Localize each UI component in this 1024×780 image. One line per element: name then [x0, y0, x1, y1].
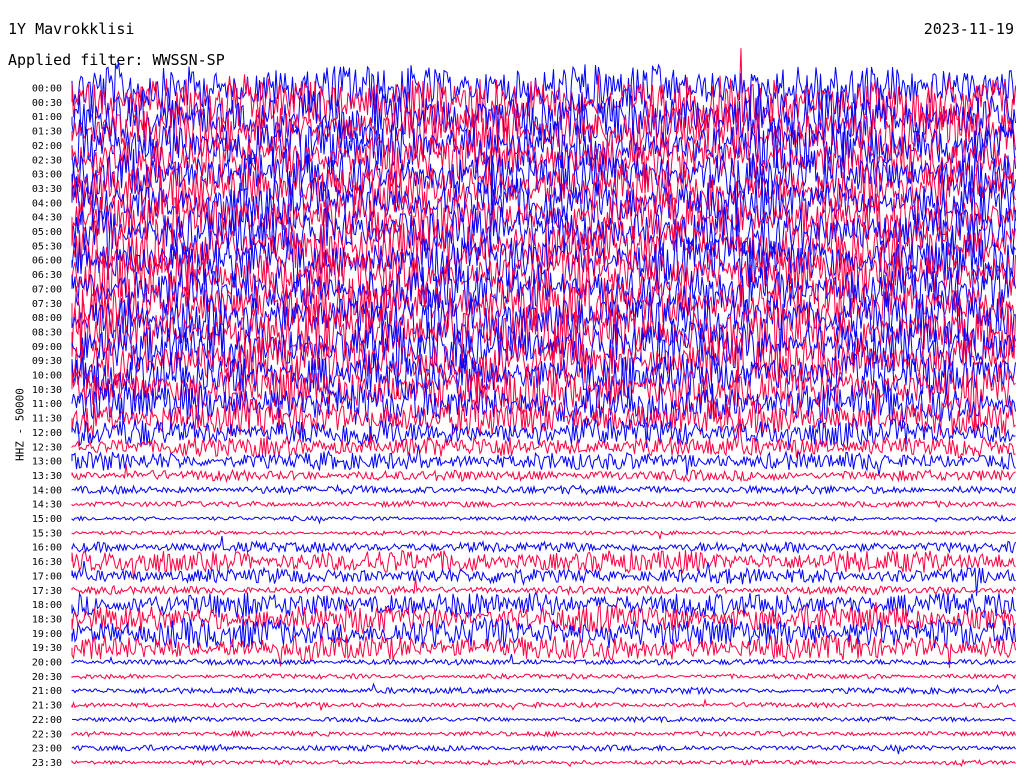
time-tick-label: 23:30	[32, 758, 62, 769]
trace-row	[71, 577, 1016, 597]
time-tick-label: 07:00	[32, 284, 62, 295]
time-tick-label: 20:00	[32, 658, 62, 669]
time-tick-label: 06:00	[32, 256, 62, 267]
trace-row	[71, 529, 1016, 540]
trace-row	[71, 729, 1016, 738]
time-tick-label: 05:00	[32, 227, 62, 238]
time-tick-label: 02:00	[32, 141, 62, 152]
time-tick-label: 13:30	[32, 471, 62, 482]
time-tick-label: 18:00	[32, 600, 62, 611]
time-tick-label: 15:30	[32, 528, 62, 539]
time-tick-label: 06:30	[32, 270, 62, 281]
time-tick-label: 17:00	[32, 571, 62, 582]
time-tick-label: 08:30	[32, 327, 62, 338]
trace-row	[71, 743, 1016, 755]
time-tick-label: 07:30	[32, 299, 62, 310]
time-tick-label: 10:00	[32, 371, 62, 382]
trace-row	[71, 758, 1016, 768]
time-tick-label: 23:00	[32, 744, 62, 755]
time-tick-label: 20:30	[32, 672, 62, 683]
time-tick-label: 12:00	[32, 428, 62, 439]
time-tick-label: 02:30	[32, 155, 62, 166]
time-tick-label: 03:00	[32, 170, 62, 181]
time-tick-label: 18:30	[32, 614, 62, 625]
time-tick-label: 01:00	[32, 112, 62, 123]
trace-row	[71, 715, 1016, 724]
time-tick-label: 21:30	[32, 701, 62, 712]
time-tick-label: 16:00	[32, 543, 62, 554]
time-tick-label: 05:30	[32, 241, 62, 252]
time-tick-label: 22:30	[32, 729, 62, 740]
trace-row	[71, 535, 1016, 555]
time-tick-label: 04:30	[32, 213, 62, 224]
time-tick-label: 15:00	[32, 514, 62, 525]
time-tick-label: 03:30	[32, 184, 62, 195]
trace-row	[71, 499, 1016, 509]
time-tick-label: 16:30	[32, 557, 62, 568]
trace-row	[71, 672, 1016, 681]
trace-row	[71, 616, 1016, 649]
time-tick-label: 08:00	[32, 313, 62, 324]
time-tick-label: 09:00	[32, 342, 62, 353]
trace-row	[71, 654, 1016, 667]
time-tick-label: 11:30	[32, 414, 62, 425]
time-tick-label: 10:30	[32, 385, 62, 396]
time-tick-label: 00:00	[32, 84, 62, 95]
helicorder-plot: 00:00 00:30 01:00 01:30 02:00 02:30 03:00 03:30…	[32, 48, 1016, 769]
time-tick-label: 11:00	[32, 399, 62, 410]
trace-row	[71, 698, 1016, 711]
time-tick-label: 17:30	[32, 586, 62, 597]
time-tick-label: 00:30	[32, 98, 62, 109]
time-tick-label: 09:30	[32, 356, 62, 367]
trace-row	[71, 513, 1016, 525]
time-tick-label: 12:30	[32, 442, 62, 453]
time-tick-label: 13:00	[32, 457, 62, 468]
trace-row	[71, 682, 1016, 696]
time-tick-label: 04:00	[32, 198, 62, 209]
time-tick-label: 22:00	[32, 715, 62, 726]
trace-row	[71, 483, 1016, 496]
time-tick-label: 19:30	[32, 643, 62, 654]
trace-row	[71, 444, 1016, 476]
trace-row	[71, 464, 1016, 484]
time-tick-label: 14:00	[32, 485, 62, 496]
time-tick-label: 21:00	[32, 686, 62, 697]
time-tick-label: 19:00	[32, 629, 62, 640]
time-tick-label: 14:30	[32, 500, 62, 511]
time-tick-label: 01:30	[32, 127, 62, 138]
